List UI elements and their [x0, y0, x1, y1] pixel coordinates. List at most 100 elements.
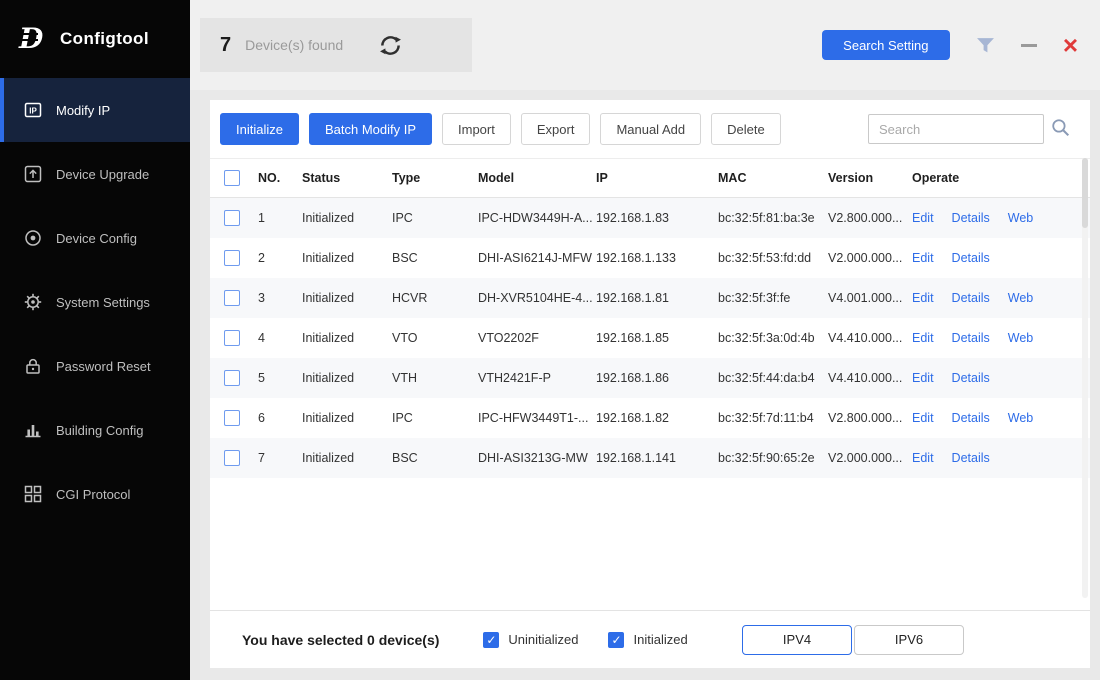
web-link[interactable]: Web [1008, 411, 1033, 425]
table-row: 7 Initialized BSC DHI-ASI3213G-MW 192.16… [210, 438, 1090, 478]
row-no: 4 [258, 331, 265, 345]
row-mac: bc:32:5f:81:ba:3e [718, 211, 815, 225]
search-input[interactable] [868, 114, 1044, 144]
details-link[interactable]: Details [952, 331, 990, 345]
edit-link[interactable]: Edit [912, 251, 934, 265]
refresh-icon[interactable] [379, 34, 402, 57]
export-button[interactable]: Export [520, 113, 591, 145]
row-ip: 192.168.1.133 [596, 251, 676, 265]
search-icon[interactable] [1051, 118, 1070, 140]
row-type: BSC [392, 451, 418, 465]
sidebar-item-device-config[interactable]: Device Config [0, 206, 190, 270]
details-link[interactable]: Details [952, 411, 990, 425]
devices-found-box: 7 Device(s) found [200, 18, 472, 72]
row-ip: 192.168.1.86 [596, 371, 669, 385]
row-type: HCVR [392, 291, 428, 305]
row-checkbox[interactable] [224, 330, 240, 346]
row-checkbox[interactable] [224, 290, 240, 306]
sidebar-item-cgi-protocol[interactable]: CGI Protocol [0, 462, 190, 526]
details-link[interactable]: Details [952, 251, 990, 265]
web-link[interactable]: Web [1008, 211, 1033, 225]
ip-version-toggle: IPV4 IPV6 [742, 624, 964, 655]
scrollbar-thumb[interactable] [1082, 158, 1088, 228]
initialized-label: Initialized [633, 632, 688, 647]
operate-cell: Edit Details Web [912, 331, 1090, 345]
edit-link[interactable]: Edit [912, 331, 934, 345]
row-model: VTH2421F-P [478, 371, 551, 385]
row-ip: 192.168.1.83 [596, 211, 669, 225]
row-mac: bc:32:5f:7d:11:b4 [718, 411, 814, 425]
ipv4-button[interactable]: IPV4 [742, 624, 852, 655]
search-setting-button[interactable]: Search Setting [821, 30, 950, 60]
select-all-checkbox[interactable] [224, 170, 240, 186]
sidebar-item-password-reset[interactable]: Password Reset [0, 334, 190, 398]
details-link[interactable]: Details [952, 451, 990, 465]
row-checkbox[interactable] [224, 370, 240, 386]
sidebar-nav: IP Modify IP Device Upgrade Device Confi… [0, 78, 190, 526]
import-button[interactable]: Import [442, 113, 511, 145]
toolbar: Initialize Batch Modify IP Import Export… [210, 100, 1090, 158]
ipv6-button[interactable]: IPV6 [854, 624, 964, 655]
edit-link[interactable]: Edit [912, 211, 934, 225]
col-type: Type [392, 171, 421, 185]
device-table-body: 1 Initialized IPC IPC-HDW3449H-A... 192.… [210, 198, 1090, 610]
delete-button[interactable]: Delete [711, 113, 781, 145]
details-link[interactable]: Details [952, 291, 990, 305]
row-version: V2.800.000... [828, 211, 903, 225]
selected-count-text: You have selected 0 device(s) [242, 631, 440, 648]
web-link[interactable]: Web [1008, 331, 1033, 345]
filter-icon[interactable] [976, 37, 995, 54]
sidebar-item-label: System Settings [56, 294, 150, 310]
row-checkbox[interactable] [224, 410, 240, 426]
row-type: VTH [392, 371, 417, 385]
row-type: IPC [392, 411, 413, 425]
row-model: VTO2202F [478, 331, 539, 345]
operate-cell: Edit Details Web [912, 411, 1090, 425]
initialized-checkbox[interactable] [608, 631, 625, 648]
row-status: Initialized [302, 211, 355, 225]
table-row: 2 Initialized BSC DHI-ASI6214J-MFW 192.1… [210, 238, 1090, 278]
system-settings-icon [24, 293, 42, 311]
table-header: NO. Status Type Model IP MAC Version Ope… [210, 158, 1090, 198]
window-controls: Search Setting × [821, 30, 1078, 60]
sidebar-item-label: CGI Protocol [56, 486, 131, 502]
operate-cell: Edit Details Web [912, 291, 1090, 305]
row-ip: 192.168.1.85 [596, 331, 669, 345]
web-link[interactable]: Web [1008, 291, 1033, 305]
col-mac: MAC [718, 171, 747, 185]
scrollbar[interactable] [1082, 158, 1088, 598]
details-link[interactable]: Details [952, 371, 990, 385]
row-checkbox[interactable] [224, 250, 240, 266]
row-status: Initialized [302, 331, 355, 345]
row-checkbox[interactable] [224, 450, 240, 466]
app-title: Configtool [60, 29, 149, 48]
edit-link[interactable]: Edit [912, 451, 934, 465]
initialize-button[interactable]: Initialize [220, 113, 299, 145]
operate-cell: Edit Details Web [912, 211, 1090, 225]
row-status: Initialized [302, 251, 355, 265]
edit-link[interactable]: Edit [912, 291, 934, 305]
sidebar-item-system-settings[interactable]: System Settings [0, 270, 190, 334]
sidebar-item-modify-ip[interactable]: IP Modify IP [0, 78, 190, 142]
sidebar-item-building-config[interactable]: Building Config [0, 398, 190, 462]
manual-add-button[interactable]: Manual Add [600, 113, 702, 145]
uninitialized-filter[interactable]: Uninitialized [483, 631, 579, 648]
uninitialized-label: Uninitialized [508, 632, 579, 647]
row-version: V2.000.000... [828, 251, 903, 265]
uninitialized-checkbox[interactable] [483, 631, 500, 648]
search-area [868, 114, 1070, 144]
initialized-filter[interactable]: Initialized [608, 631, 688, 648]
row-status: Initialized [302, 371, 355, 385]
row-ip: 192.168.1.141 [596, 451, 676, 465]
batch-modify-ip-button[interactable]: Batch Modify IP [308, 113, 433, 145]
edit-link[interactable]: Edit [912, 411, 934, 425]
row-no: 6 [258, 411, 265, 425]
row-checkbox[interactable] [224, 210, 240, 226]
close-icon[interactable]: × [1063, 32, 1078, 58]
details-link[interactable]: Details [952, 211, 990, 225]
sidebar-item-device-upgrade[interactable]: Device Upgrade [0, 142, 190, 206]
minimize-icon[interactable] [1020, 43, 1037, 47]
row-model: DH-XVR5104HE-4... [478, 291, 593, 305]
edit-link[interactable]: Edit [912, 371, 934, 385]
row-model: DHI-ASI3213G-MW [478, 451, 588, 465]
